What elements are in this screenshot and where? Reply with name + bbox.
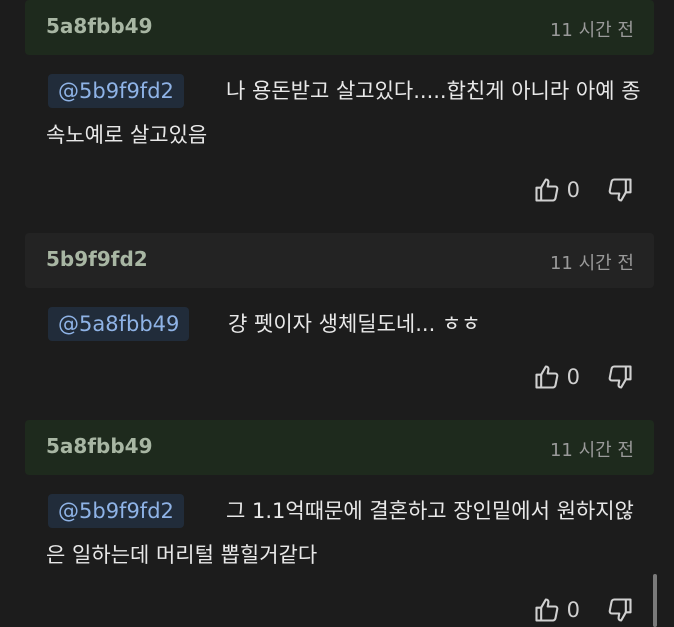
comment-actions: 0 [533,363,634,391]
thumbs-down-icon[interactable] [606,363,634,391]
comment-actions: 0 [533,596,634,624]
comment-header: 5a8fbb49 11 시간 전 [25,0,654,55]
comment-header: 5a8fbb49 11 시간 전 [25,420,654,475]
comment-actions: 0 [533,176,634,204]
scrollbar[interactable] [653,574,657,627]
comment-author[interactable]: 5a8fbb49 [46,434,153,458]
comment-text: 나 용돈받고 살고있다.....합친게 아니라 아예 종속노예로 살고있음 [46,79,641,147]
comment-author[interactable]: 5b9f9fd2 [46,247,148,271]
comment-time: 11 시간 전 [549,440,634,461]
comment-thread: 5a8fbb49 11 시간 전 @5b9f9fd2 나 용돈받고 살고있다..… [0,0,674,627]
comment-text: 그 1.1억때문에 결혼하고 장인밑에서 원하지않은 일하는데 머리털 뽑힐거같… [46,499,634,567]
thumbs-up-icon[interactable] [533,176,561,204]
comment-header: 5b9f9fd2 11 시간 전 [25,233,654,288]
thumbs-up-icon[interactable] [533,596,561,624]
comment-time: 11 시간 전 [549,20,634,41]
like-count: 0 [566,178,580,202]
like-count: 0 [566,598,580,622]
comment-time: 11 시간 전 [549,253,634,274]
thumbs-down-icon[interactable] [606,596,634,624]
thumbs-up-icon[interactable] [533,363,561,391]
like-count: 0 [566,365,580,389]
thumbs-down-icon[interactable] [606,176,634,204]
comment-author[interactable]: 5a8fbb49 [46,14,153,38]
comment-text: 걍 펫이자 생체딜도네... ㅎㅎ [228,312,481,336]
